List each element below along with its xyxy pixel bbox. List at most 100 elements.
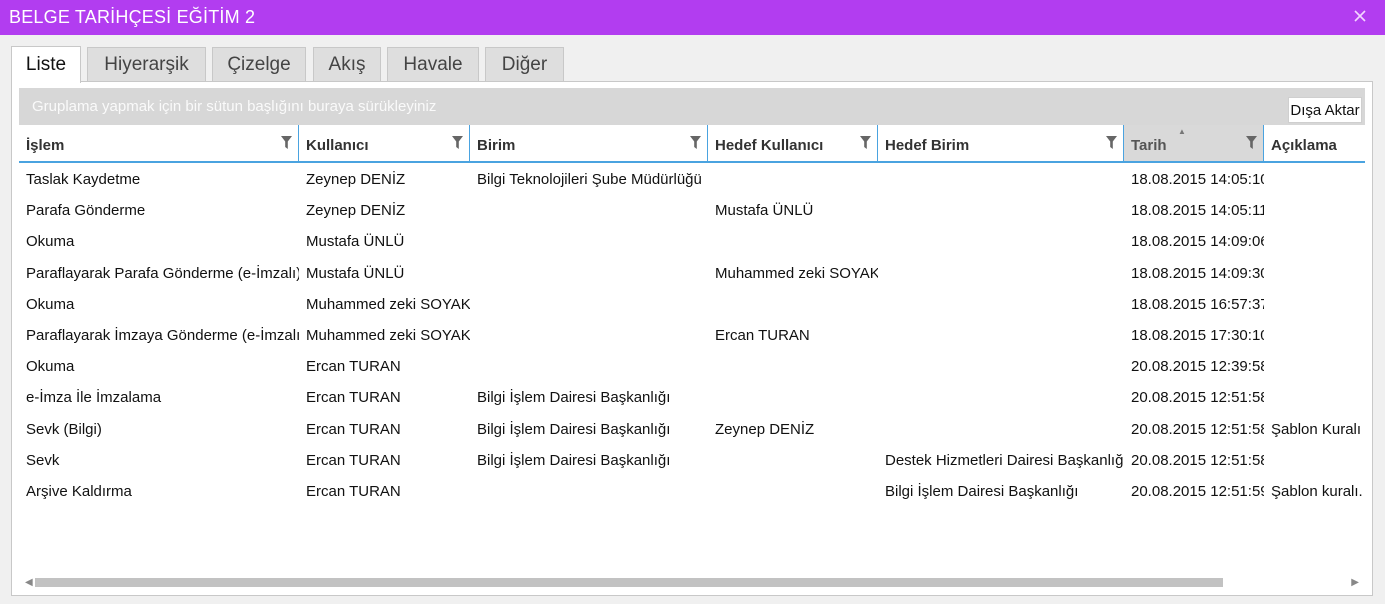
table-row[interactable]: Sevk Ercan TURAN Bilgi İşlem Dairesi Başka… — [19, 444, 1365, 475]
table-row[interactable]: Okuma Mustafa ÜNLÜ 18.08.2015 14:09:06 — [19, 225, 1365, 256]
cell-kullanici: Ercan TURAN — [306, 451, 401, 469]
cell-kullanici: Muhammed zeki SOYAK — [306, 326, 470, 344]
cell-hedef-kullanici — [708, 444, 878, 475]
filter-icon[interactable] — [452, 136, 463, 149]
cell-birim — [470, 350, 708, 381]
cell-islem: Sevk (Bilgi) — [26, 420, 102, 438]
cell-hedef-kullanici — [708, 381, 878, 412]
column-header-islem[interactable]: İşlem — [19, 125, 299, 163]
filter-icon[interactable] — [860, 136, 871, 149]
history-grid: İşlem Kullanıcı Birim Hedef Kullanıcı Hedef … — [19, 125, 1365, 591]
column-header-aciklama[interactable]: Açıklama — [1264, 125, 1365, 163]
cell-hedef-kullanici — [708, 225, 878, 256]
cell-islem: Sevk — [26, 451, 60, 469]
cell-aciklama — [1264, 350, 1365, 381]
cell-kullanici: Ercan TURAN — [306, 358, 401, 376]
cell-islem: Parafa Gönderme — [26, 202, 146, 220]
cell-tarih: 20.08.2015 12:51:58 — [1131, 389, 1264, 407]
cell-aciklama — [1264, 288, 1365, 319]
tab-cizelge[interactable]: Çizelge — [212, 47, 306, 81]
column-header-label: İşlem — [26, 137, 65, 154]
cell-birim: Bilgi İşlem Dairesi Başkanlığı — [477, 420, 671, 438]
cell-aciklama — [1264, 257, 1365, 288]
cell-hedef-birim — [878, 225, 1124, 256]
cell-hedef-birim — [878, 381, 1124, 412]
cell-aciklama — [1264, 444, 1365, 475]
cell-islem: Taslak Kaydetme — [26, 171, 141, 188]
sort-ascending-icon: ▲ — [1178, 127, 1186, 136]
column-header-tarih[interactable]: Tarih ▲ — [1124, 125, 1264, 163]
table-row[interactable]: Taslak Kaydetme Zeynep DENİZ Bilgi Teknolo… — [19, 163, 1365, 194]
group-panel[interactable]: Gruplama yapmak için bir sütun başlığını… — [19, 88, 1365, 125]
cell-islem: Paraflayarak İmzaya Gönderme (e-İmzalı) — [26, 326, 299, 344]
cell-birim — [470, 225, 708, 256]
cell-kullanici: Mustafa ÜNLÜ — [306, 264, 405, 282]
table-row[interactable]: Parafa Gönderme Zeynep DENİZ Mustafa ÜNLÜ 1… — [19, 194, 1365, 225]
cell-birim: Bilgi İşlem Dairesi Başkanlığı — [477, 451, 671, 469]
tab-akis[interactable]: Akış — [313, 47, 381, 81]
column-header-hedef-kullanici[interactable]: Hedef Kullanıcı — [708, 125, 878, 163]
cell-islem: Okuma — [26, 233, 75, 251]
cell-hedef-birim: Destek Hizmetleri Dairesi Başkanlığı — [885, 451, 1124, 469]
cell-tarih: 18.08.2015 14:05:10 — [1131, 171, 1264, 188]
column-header-label: Kullanıcı — [306, 137, 369, 154]
column-header-label: Tarih — [1131, 137, 1167, 154]
filter-icon[interactable] — [690, 136, 701, 149]
cell-tarih: 18.08.2015 14:09:30 — [1131, 264, 1264, 282]
cell-hedef-birim — [878, 257, 1124, 288]
cell-kullanici: Zeynep DENİZ — [306, 202, 406, 220]
tab-liste[interactable]: Liste — [11, 46, 81, 83]
tab-diger[interactable]: Diğer — [485, 47, 564, 81]
cell-aciklama — [1264, 163, 1365, 194]
cell-birim — [470, 257, 708, 288]
scroll-right-icon[interactable]: ▶ — [1351, 577, 1359, 588]
table-row[interactable]: Sevk (Bilgi) Ercan TURAN Bilgi İşlem Daire… — [19, 413, 1365, 444]
close-icon[interactable] — [1351, 7, 1369, 25]
cell-hedef-birim — [878, 288, 1124, 319]
cell-tarih: 18.08.2015 14:09:06 — [1131, 233, 1264, 251]
cell-aciklama — [1264, 194, 1365, 225]
cell-islem: Paraflayarak Parafa Gönderme (e-İmzalı) — [26, 264, 299, 282]
cell-aciklama: Şablon Kuralı G — [1271, 420, 1365, 438]
cell-kullanici: Muhammed zeki SOYAK — [306, 295, 470, 313]
cell-kullanici: Ercan TURAN — [306, 420, 401, 438]
table-row[interactable]: Okuma Ercan TURAN 20.08.2015 12:39:58 — [19, 350, 1365, 381]
cell-birim: Bilgi İşlem Dairesi Başkanlığı — [477, 389, 671, 407]
export-button[interactable]: Dışa Aktar — [1288, 97, 1362, 123]
column-header-hedef-birim[interactable]: Hedef Birim — [878, 125, 1124, 163]
column-header-kullanici[interactable]: Kullanıcı — [299, 125, 470, 163]
table-row[interactable]: e-İmza İle İmzalama Ercan TURAN Bilgi İşle… — [19, 381, 1365, 412]
cell-kullanici: Mustafa ÜNLÜ — [306, 233, 405, 251]
column-header-birim[interactable]: Birim — [470, 125, 708, 163]
filter-icon[interactable] — [281, 136, 292, 149]
filter-icon[interactable] — [1246, 136, 1257, 149]
cell-hedef-kullanici — [708, 350, 878, 381]
cell-tarih: 20.08.2015 12:51:59 — [1131, 482, 1264, 500]
cell-hedef-birim — [878, 163, 1124, 194]
cell-hedef-birim — [878, 413, 1124, 444]
cell-tarih: 20.08.2015 12:51:58 — [1131, 451, 1264, 469]
tab-havale[interactable]: Havale — [387, 47, 479, 81]
cell-kullanici: Ercan TURAN — [306, 482, 401, 500]
table-row[interactable]: Paraflayarak İmzaya Gönderme (e-İmzalı) M… — [19, 319, 1365, 350]
cell-hedef-kullanici — [708, 163, 878, 194]
cell-tarih: 18.08.2015 16:57:37 — [1131, 295, 1264, 313]
cell-tarih: 18.08.2015 17:30:10 — [1131, 326, 1264, 344]
horizontal-scrollbar[interactable]: ◀ ▶ — [19, 575, 1365, 591]
scrollbar-thumb[interactable] — [35, 578, 1223, 587]
table-row[interactable]: Arşive Kaldırma Ercan TURAN Bilgi İşlem Da… — [19, 475, 1365, 506]
filter-icon[interactable] — [1106, 136, 1117, 149]
cell-hedef-birim — [878, 350, 1124, 381]
grid-body: Taslak Kaydetme Zeynep DENİZ Bilgi Teknolo… — [19, 163, 1365, 506]
cell-islem: Okuma — [26, 358, 75, 376]
scroll-left-icon[interactable]: ◀ — [25, 577, 33, 588]
table-row[interactable]: Paraflayarak Parafa Gönderme (e-İmzalı) M… — [19, 257, 1365, 288]
tab-hiyerarsik[interactable]: Hiyerarşik — [87, 47, 206, 81]
cell-hedef-kullanici: Zeynep DENİZ — [715, 420, 815, 438]
title-bar: BELGE TARİHÇESİ EĞİTİM 2 — [0, 0, 1385, 35]
cell-tarih: 18.08.2015 14:05:11 — [1131, 202, 1264, 220]
table-row[interactable]: Okuma Muhammed zeki SOYAK 18.08.2015 16:57… — [19, 288, 1365, 319]
cell-aciklama: Şablon kuralı. — [1271, 482, 1363, 500]
group-hint: Gruplama yapmak için bir sütun başlığını… — [32, 98, 437, 115]
cell-islem: Arşive Kaldırma — [26, 482, 132, 500]
